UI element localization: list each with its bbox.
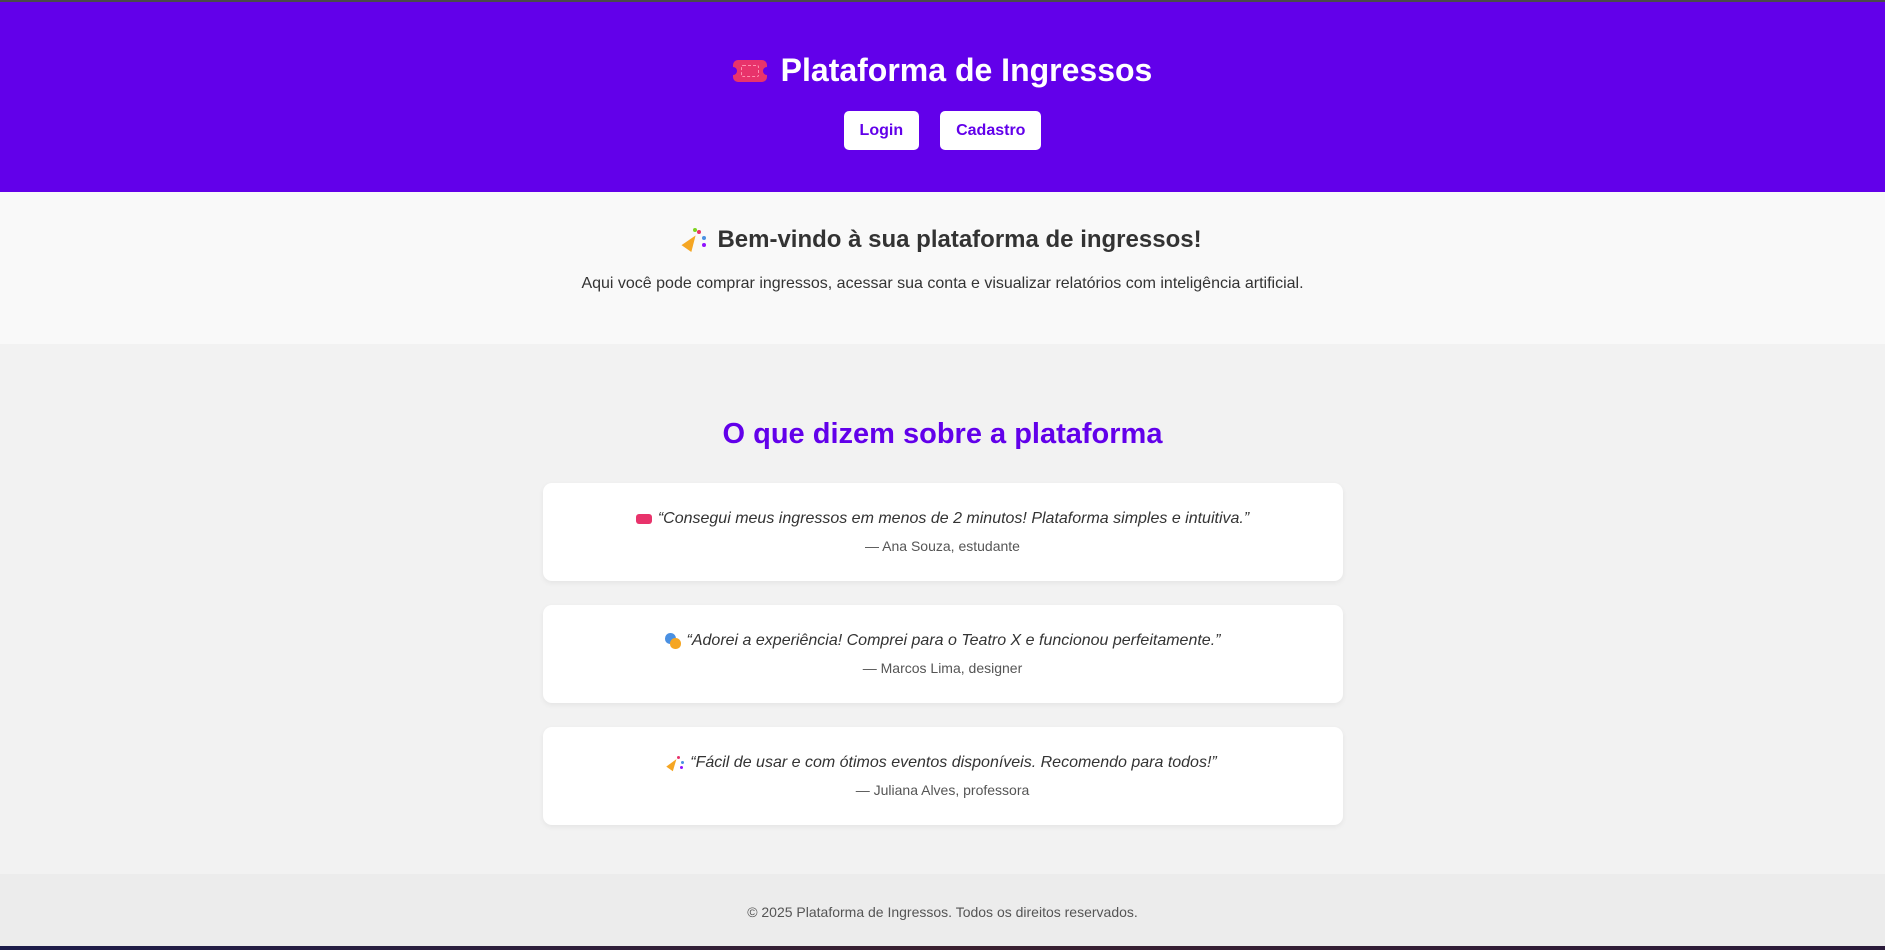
testimonial-card: “Adorei a experiência! Comprei para o Te… bbox=[542, 605, 1343, 703]
window-bottom-edge bbox=[0, 946, 1885, 950]
testimonial-quote-row: “Fácil de usar e com ótimos eventos disp… bbox=[666, 754, 1217, 772]
testimonial-list: “Consegui meus ingressos em menos de 2 m… bbox=[542, 483, 1343, 825]
party-popper-icon bbox=[681, 228, 707, 252]
testimonial-author: — Marcos Lima, designer bbox=[862, 660, 1023, 676]
signup-button[interactable]: Cadastro bbox=[940, 111, 1042, 150]
brand: Plataforma de Ingressos bbox=[728, 52, 1153, 89]
ticket-icon bbox=[728, 59, 771, 82]
welcome-description: Aqui você pode comprar ingressos, acessa… bbox=[581, 275, 1304, 292]
testimonials-title: O que dizem sobre a plataforma bbox=[722, 418, 1163, 450]
testimonial-card: “Fácil de usar e com ótimos eventos disp… bbox=[542, 727, 1343, 825]
login-button[interactable]: Login bbox=[843, 111, 920, 150]
testimonial-card: “Consegui meus ingressos em menos de 2 m… bbox=[542, 483, 1343, 581]
copyright-text: © 2025 Plataforma de Ingressos. Todos os… bbox=[747, 904, 1138, 920]
testimonials-section: O que dizem sobre a plataforma “Consegui… bbox=[0, 344, 1885, 825]
party-popper-icon bbox=[666, 755, 685, 772]
welcome-title: Bem-vindo à sua plataforma de ingressos! bbox=[717, 226, 1202, 253]
testimonial-quote: “Consegui meus ingressos em menos de 2 m… bbox=[657, 510, 1250, 527]
theater-masks-icon bbox=[664, 633, 681, 649]
testimonial-author: — Ana Souza, estudante bbox=[865, 538, 1020, 554]
welcome-heading: Bem-vindo à sua plataforma de ingressos! bbox=[681, 226, 1202, 254]
testimonial-quote: “Fácil de usar e com ótimos eventos disp… bbox=[690, 754, 1217, 771]
testimonial-quote: “Adorei a experiência! Comprei para o Te… bbox=[686, 632, 1221, 649]
header-nav: Login Cadastro bbox=[843, 111, 1042, 150]
ticket-icon bbox=[635, 514, 652, 524]
testimonial-quote-row: “Adorei a experiência! Comprei para o Te… bbox=[664, 632, 1221, 650]
welcome-section: Bem-vindo à sua plataforma de ingressos!… bbox=[0, 192, 1885, 344]
testimonial-author: — Juliana Alves, professora bbox=[855, 782, 1030, 798]
site-header: Plataforma de Ingressos Login Cadastro bbox=[0, 2, 1885, 192]
site-footer: © 2025 Plataforma de Ingressos. Todos os… bbox=[0, 874, 1885, 948]
site-title: Plataforma de Ingressos bbox=[780, 52, 1153, 88]
testimonial-quote-row: “Consegui meus ingressos em menos de 2 m… bbox=[635, 510, 1250, 528]
